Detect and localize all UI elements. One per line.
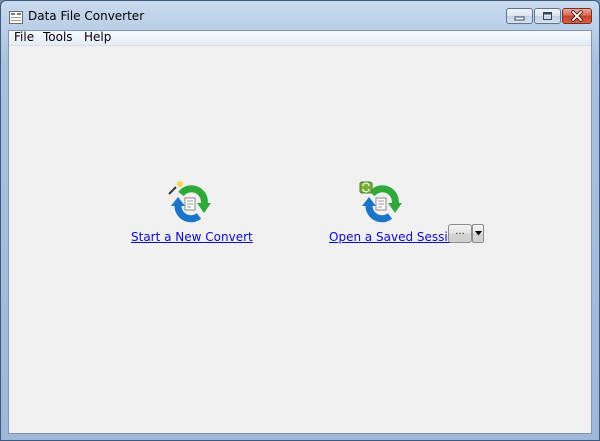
close-icon — [570, 9, 584, 23]
title-bar[interactable]: Data File Converter — [1, 1, 599, 31]
client-area: File Tools Help Start a New Convert Open… — [8, 30, 592, 434]
open-saved-session-link[interactable]: Open a Saved Session — [329, 230, 463, 244]
maximize-button[interactable] — [534, 8, 561, 24]
saved-session-icon[interactable] — [358, 181, 404, 225]
start-new-convert-link[interactable]: Start a New Convert — [131, 230, 253, 244]
menu-file[interactable]: File — [14, 31, 34, 44]
window-title: Data File Converter — [28, 9, 145, 23]
menu-help[interactable]: Help — [84, 31, 111, 44]
minimize-button[interactable] — [506, 8, 533, 24]
close-button[interactable] — [562, 8, 592, 24]
new-convert-icon[interactable] — [167, 181, 213, 225]
menu-tools[interactable]: Tools — [43, 31, 73, 44]
converter-app-icon[interactable] — [9, 9, 23, 24]
menu-bar: File Tools Help — [9, 31, 591, 46]
app-window: Data File Converter File Tools Help Star… — [0, 0, 600, 441]
minimize-icon — [514, 16, 525, 21]
session-dropdown-button[interactable] — [472, 224, 484, 243]
browse-session-button[interactable]: ... — [448, 224, 472, 243]
maximize-icon — [543, 12, 552, 20]
dropdown-arrow-icon — [475, 231, 482, 236]
